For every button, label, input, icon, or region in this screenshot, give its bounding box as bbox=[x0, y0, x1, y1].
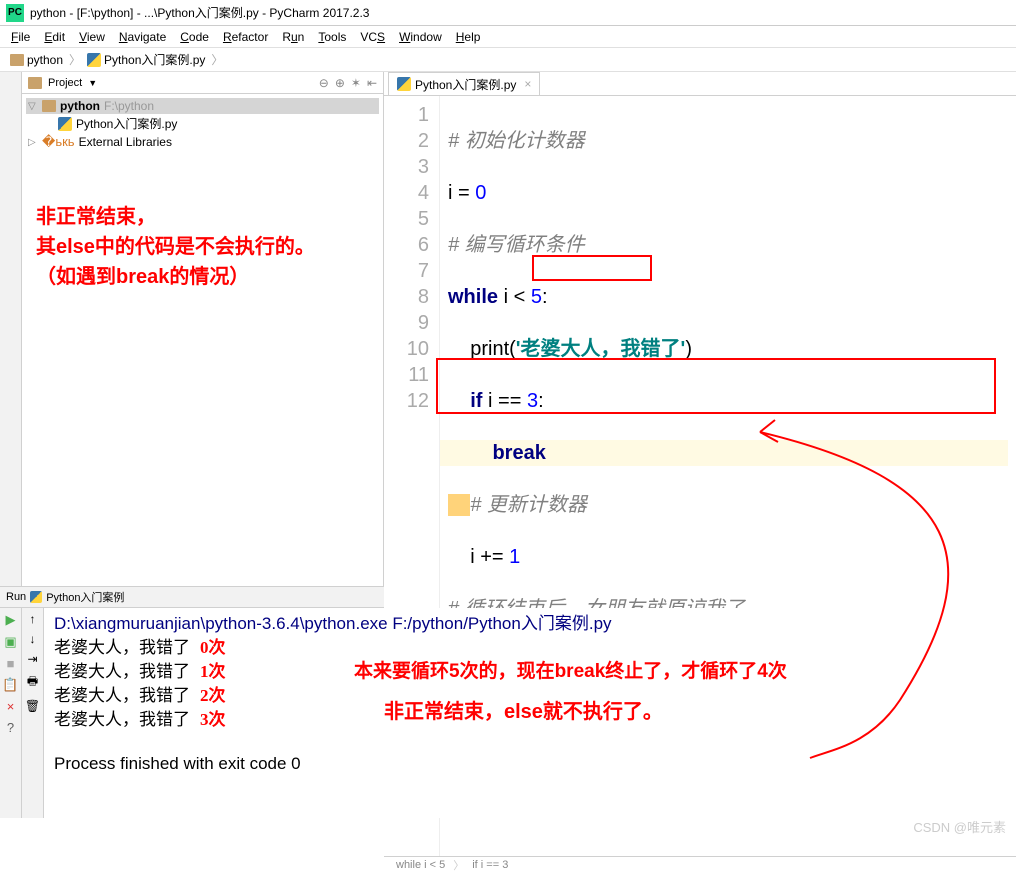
run-icon[interactable]: ▣ bbox=[4, 634, 16, 650]
project-tree: ▽ python F:\python Python入门案例.py ▷ �ькь … bbox=[22, 94, 383, 155]
editor: Python入门案例.py × 123456789101112 # 初始化计数器… bbox=[384, 72, 1016, 586]
chevron-right-icon: 〉 bbox=[69, 51, 81, 68]
libraries-icon: �ькь bbox=[42, 134, 75, 150]
run-toolbar-2: ↑ ↓ ⇥ 🖶 🗑 bbox=[22, 608, 44, 818]
project-title: Project bbox=[48, 77, 82, 89]
tab-file[interactable]: Python入门案例.py × bbox=[388, 72, 540, 95]
python-file-icon bbox=[87, 53, 101, 67]
python-file-icon bbox=[30, 591, 42, 603]
target-icon[interactable]: ⊕ bbox=[335, 76, 345, 90]
menu-run[interactable]: Run bbox=[277, 28, 309, 46]
run-label: Run bbox=[6, 591, 26, 603]
expand-icon[interactable]: ▽ bbox=[28, 101, 38, 112]
menu-view[interactable]: View bbox=[74, 28, 110, 46]
up-icon[interactable]: ↑ bbox=[30, 612, 36, 626]
expand-icon[interactable]: ▷ bbox=[28, 137, 38, 148]
annotation-left: 非正常结束， 其else中的代码是不会执行的。 （如遇到break的情况） bbox=[36, 202, 315, 292]
python-file-icon bbox=[58, 117, 72, 131]
python-file-icon bbox=[397, 77, 411, 91]
menu-code[interactable]: Code bbox=[175, 28, 214, 46]
title-bar: PC python - [F:\python] - ...\Python入门案例… bbox=[0, 0, 1016, 26]
menu-window[interactable]: Window bbox=[394, 28, 447, 46]
window-title: python - [F:\python] - ...\Python入门案例.py… bbox=[30, 4, 369, 21]
help-icon[interactable]: ? bbox=[7, 720, 14, 735]
menu-bar: File Edit View Navigate Code Refactor Ru… bbox=[0, 26, 1016, 48]
menu-refactor[interactable]: Refactor bbox=[218, 28, 273, 46]
gear-icon[interactable]: ✶ bbox=[351, 76, 361, 90]
trash-icon[interactable]: 🗑 bbox=[25, 699, 40, 713]
run-toolbar-1: ▶ ▣ ■ 📋 × ? bbox=[0, 608, 22, 818]
tree-external-libs[interactable]: ▷ �ькь External Libraries bbox=[26, 133, 379, 151]
tree-file[interactable]: Python入门案例.py bbox=[26, 114, 379, 133]
code-crumbs: while i < 5 〉 if i == 3 bbox=[384, 856, 1016, 873]
crumb-if[interactable]: if i == 3 bbox=[472, 859, 508, 871]
console-command: D:\xiangmuruanjian\python-3.6.4\python.e… bbox=[54, 612, 1006, 636]
pycharm-icon: PC bbox=[6, 4, 24, 22]
wrap-icon[interactable]: ⇥ bbox=[27, 652, 37, 666]
highlight-break bbox=[532, 255, 652, 281]
hide-icon[interactable]: ⇤ bbox=[367, 76, 377, 90]
menu-edit[interactable]: Edit bbox=[39, 28, 70, 46]
collapse-icon[interactable]: ⊖ bbox=[319, 76, 329, 90]
folder-icon bbox=[42, 100, 56, 112]
menu-navigate[interactable]: Navigate bbox=[114, 28, 171, 46]
close-icon[interactable]: × bbox=[7, 699, 15, 714]
project-tool-window: Project ▼ ⊖ ⊕ ✶ ⇤ ▽ python F:\python Pyt… bbox=[22, 72, 384, 586]
down-icon[interactable]: ↓ bbox=[30, 632, 36, 646]
breadcrumb-file[interactable]: Python入门案例.py bbox=[83, 51, 209, 68]
close-icon[interactable]: × bbox=[524, 77, 531, 91]
print-icon[interactable]: 🖶 bbox=[27, 672, 38, 693]
run-tool-window: ▶ ▣ ■ 📋 × ? ↑ ↓ ⇥ 🖶 🗑 D:\xiangmuruanjian… bbox=[0, 608, 1016, 818]
stop-icon[interactable]: ■ bbox=[7, 656, 15, 671]
project-header: Project ▼ ⊖ ⊕ ✶ ⇤ bbox=[22, 72, 383, 94]
left-gutter bbox=[0, 72, 22, 586]
console-exit: Process finished with exit code 0 bbox=[54, 752, 1006, 776]
chevron-right-icon: 〉 bbox=[211, 51, 223, 68]
folder-icon bbox=[10, 54, 24, 66]
menu-file[interactable]: File bbox=[6, 28, 35, 46]
breadcrumb: python 〉 Python入门案例.py 〉 bbox=[0, 48, 1016, 72]
folder-icon bbox=[28, 77, 42, 89]
crumb-while[interactable]: while i < 5 bbox=[396, 859, 445, 871]
breadcrumb-root[interactable]: python bbox=[6, 53, 67, 67]
menu-tools[interactable]: Tools bbox=[313, 28, 351, 46]
menu-vcs[interactable]: VCS bbox=[355, 28, 390, 46]
watermark: CSDN @唯元素 bbox=[913, 817, 1006, 836]
editor-tabs: Python入门案例.py × bbox=[384, 72, 1016, 96]
menu-help[interactable]: Help bbox=[451, 28, 486, 46]
tree-root[interactable]: ▽ python F:\python bbox=[26, 98, 379, 114]
chevron-down-icon[interactable]: ▼ bbox=[88, 78, 97, 88]
run-config-name: Python入门案例 bbox=[46, 589, 124, 605]
console-output[interactable]: D:\xiangmuruanjian\python-3.6.4\python.e… bbox=[44, 608, 1016, 818]
rerun-icon[interactable]: ▶ bbox=[6, 612, 16, 628]
dump-icon[interactable]: 📋 bbox=[2, 677, 18, 693]
